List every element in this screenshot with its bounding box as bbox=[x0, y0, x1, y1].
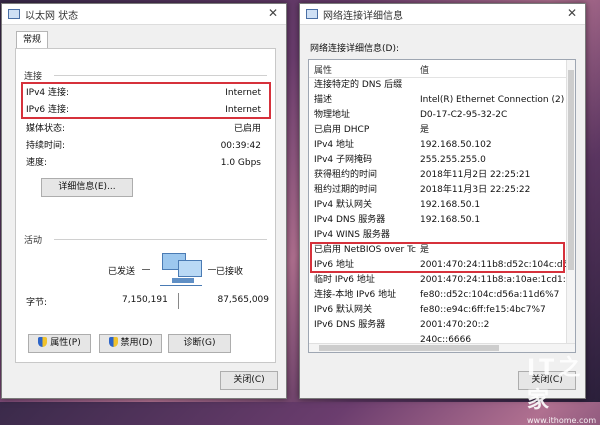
disable-button-label: 禁用(D) bbox=[120, 338, 153, 348]
activity-section-title: 活动 bbox=[24, 236, 43, 246]
detail-property: 已启用 DHCP bbox=[314, 125, 370, 135]
detail-value: 2018年11月3日 22:25:22 bbox=[420, 185, 531, 195]
close-icon[interactable]: ✕ bbox=[266, 6, 280, 20]
detail-row[interactable]: IPv4 子网掩码 255.255.255.0 bbox=[309, 153, 575, 168]
close-icon[interactable]: ✕ bbox=[565, 6, 579, 20]
bytes-sent-value: 7,150,191 bbox=[122, 295, 168, 305]
detail-value: Intel(R) Ethernet Connection (2) I218- bbox=[420, 95, 572, 105]
duration-value: 00:39:42 bbox=[220, 141, 261, 151]
detail-property: IPv4 地址 bbox=[314, 140, 354, 150]
detail-row[interactable]: IPv4 默认网关 192.168.50.1 bbox=[309, 198, 575, 213]
duration-row: 持续时间: 00:39:42 bbox=[26, 139, 261, 153]
tab-bar: 常规 bbox=[2, 25, 286, 48]
watermark: IT之家 www.ithome.com bbox=[527, 350, 600, 425]
detail-row[interactable]: 已启用 DHCP 是 bbox=[309, 123, 575, 138]
detail-value: fe80::e94c:6ff:fe15:4bc7%7 bbox=[420, 305, 546, 315]
detail-value: D0-17-C2-95-32-2C bbox=[420, 110, 508, 120]
detail-property: IPv4 子网掩码 bbox=[314, 155, 372, 165]
media-state-label: 媒体状态: bbox=[26, 124, 66, 134]
disable-button[interactable]: 禁用(D) bbox=[99, 334, 162, 353]
detail-value: 192.168.50.1 bbox=[420, 215, 481, 225]
detail-property: IPv4 DNS 服务器 bbox=[314, 215, 386, 225]
detail-value: 2001:470:20::2 bbox=[420, 320, 490, 330]
close-button[interactable]: 关闭(C) bbox=[220, 371, 278, 390]
detail-value: 2001:470:24:11b8:a:10ae:1cd1:7210 bbox=[420, 275, 572, 285]
bytes-received-value: 87,565,009 bbox=[217, 295, 269, 305]
diagnose-button[interactable]: 诊断(G) bbox=[168, 334, 231, 353]
shield-icon bbox=[38, 337, 48, 347]
dash bbox=[208, 269, 216, 270]
column-header-property[interactable]: 属性 bbox=[314, 63, 332, 76]
detail-value: 2018年11月2日 22:25:21 bbox=[420, 170, 531, 180]
detail-property: 租约过期的时间 bbox=[314, 185, 378, 195]
media-state-row: 媒体状态: 已启用 bbox=[26, 122, 261, 136]
title-bar[interactable]: 以太网 状态 ✕ bbox=[2, 4, 286, 25]
detail-property: IPv4 默认网关 bbox=[314, 200, 372, 210]
received-label: 已接收 bbox=[216, 267, 244, 277]
detail-property: 获得租约的时间 bbox=[314, 170, 378, 180]
dash bbox=[142, 269, 150, 270]
network-details-dialog: 网络连接详细信息 ✕ 网络连接详细信息(D): 属性 值 连接特定的 DNS 后… bbox=[299, 3, 586, 399]
detail-row[interactable]: IPv4 DNS 服务器 192.168.50.1 bbox=[309, 213, 575, 228]
highlight-box bbox=[21, 82, 271, 119]
properties-button-label: 属性(P) bbox=[50, 338, 81, 348]
bytes-label: 字节: bbox=[26, 298, 48, 308]
connection-section-title: 连接 bbox=[24, 72, 43, 82]
detail-property: IPv6 默认网关 bbox=[314, 305, 372, 315]
sent-label: 已发送 bbox=[108, 267, 136, 277]
tab-general[interactable]: 常规 bbox=[16, 31, 49, 48]
network-icon bbox=[8, 9, 20, 19]
properties-button[interactable]: 属性(P) bbox=[28, 334, 91, 353]
watermark-logo: IT之家 bbox=[527, 356, 585, 413]
detail-row[interactable]: IPv6 默认网关 fe80::e94c:6ff:fe15:4bc7%7 bbox=[309, 303, 575, 318]
detail-row[interactable]: 获得租约的时间 2018年11月2日 22:25:21 bbox=[309, 168, 575, 183]
detail-property: 连接-本地 IPv6 地址 bbox=[314, 290, 397, 300]
watermark-url: www.ithome.com bbox=[527, 416, 597, 425]
detail-row[interactable]: 连接特定的 DNS 后缀 bbox=[309, 78, 575, 93]
highlight-box bbox=[310, 242, 565, 273]
speed-row: 速度: 1.0 Gbps bbox=[26, 156, 261, 170]
network-icon bbox=[306, 9, 318, 19]
details-list[interactable]: 属性 值 连接特定的 DNS 后缀 描述 Intel(R) Ethernet Con… bbox=[308, 59, 576, 353]
detail-property: IPv6 DNS 服务器 bbox=[314, 320, 386, 330]
detail-property: 连接特定的 DNS 后缀 bbox=[314, 80, 403, 90]
detail-property: IPv4 WINS 服务器 bbox=[314, 230, 390, 240]
detail-row[interactable]: IPv4 地址 192.168.50.102 bbox=[309, 138, 575, 153]
detail-value: 192.168.50.102 bbox=[420, 140, 492, 150]
network-activity-icon bbox=[158, 251, 204, 289]
shield-icon bbox=[108, 337, 118, 347]
divider bbox=[54, 239, 267, 240]
speed-value: 1.0 Gbps bbox=[220, 158, 261, 168]
detail-property: 描述 bbox=[314, 95, 333, 105]
duration-label: 持续时间: bbox=[26, 141, 66, 151]
general-panel: 连接 IPv4 连接: Internet IPv6 连接: Internet 媒… bbox=[15, 48, 276, 363]
list-header: 属性 值 bbox=[309, 60, 575, 78]
dialog-title: 以太网 状态 bbox=[25, 10, 79, 22]
detail-value: fe80::d52c:104c:d56a:11d6%7 bbox=[420, 290, 560, 300]
detail-value: 192.168.50.1 bbox=[420, 200, 481, 210]
detail-row[interactable]: IPv4 WINS 服务器 bbox=[309, 228, 575, 243]
detail-row[interactable]: 租约过期的时间 2018年11月3日 22:25:22 bbox=[309, 183, 575, 198]
detail-property: 物理地址 bbox=[314, 110, 351, 120]
dialog-title: 网络连接详细信息 bbox=[323, 10, 403, 22]
details-heading: 网络连接详细信息(D): bbox=[310, 44, 399, 54]
detail-row[interactable]: 临时 IPv6 地址 2001:470:24:11b8:a:10ae:1cd1:7… bbox=[309, 273, 575, 288]
detail-row[interactable]: 物理地址 D0-17-C2-95-32-2C bbox=[309, 108, 575, 123]
speed-label: 速度: bbox=[26, 158, 48, 168]
detail-row[interactable]: 连接-本地 IPv6 地址 fe80::d52c:104c:d56a:11d6%7 bbox=[309, 288, 575, 303]
divider bbox=[178, 293, 179, 309]
detail-value: 255.255.255.0 bbox=[420, 155, 486, 165]
title-bar[interactable]: 网络连接详细信息 ✕ bbox=[300, 4, 585, 25]
detail-row[interactable]: IPv6 DNS 服务器 2001:470:20::2 bbox=[309, 318, 575, 333]
divider bbox=[54, 75, 267, 76]
vertical-scrollbar[interactable] bbox=[566, 60, 575, 352]
media-state-value: 已启用 bbox=[233, 124, 261, 134]
detail-value: 是 bbox=[420, 125, 430, 135]
ethernet-status-dialog: 以太网 状态 ✕ 常规 连接 IPv4 连接: Internet IPv6 连接… bbox=[1, 3, 287, 399]
details-button[interactable]: 详细信息(E)... bbox=[41, 178, 133, 197]
detail-property: 临时 IPv6 地址 bbox=[314, 275, 375, 285]
detail-row[interactable]: 描述 Intel(R) Ethernet Connection (2) I218- bbox=[309, 93, 575, 108]
column-header-value[interactable]: 值 bbox=[420, 63, 429, 76]
